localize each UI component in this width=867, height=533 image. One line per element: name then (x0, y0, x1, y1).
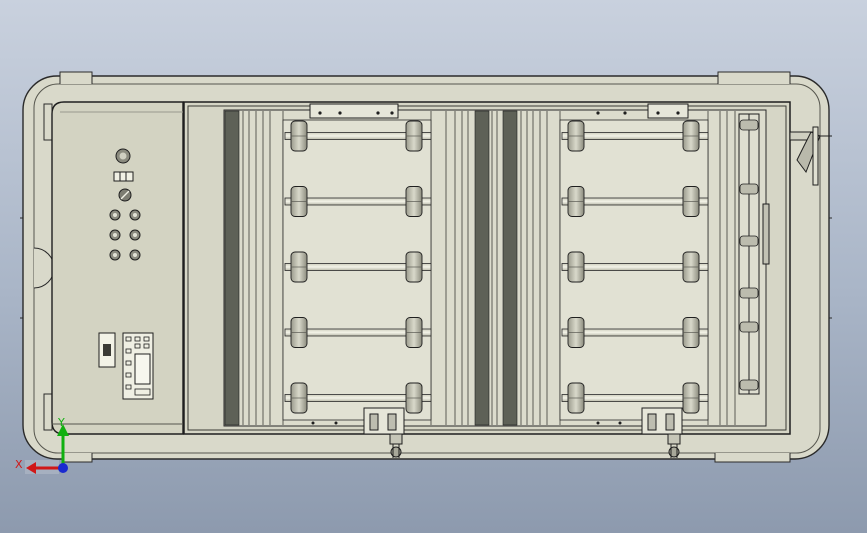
housing-bottom-tab-right (714, 453, 791, 463)
control-panel (51, 101, 184, 435)
housing-bottom-tab-left (61, 453, 93, 463)
sprocket (739, 379, 759, 391)
display-window (134, 353, 151, 385)
guide-rail (502, 110, 518, 426)
guide-rail (224, 110, 240, 426)
axis-origin-icon (58, 463, 68, 473)
sprocket (739, 119, 759, 131)
guide-rail (474, 110, 490, 426)
sprocket (739, 235, 759, 247)
sprocket (739, 183, 759, 195)
switch-icon (113, 171, 134, 182)
housing-top-tab-right (717, 71, 791, 84)
cad-viewport: Y X (15, 71, 832, 474)
y-axis-label: Y (57, 416, 65, 429)
top-bracket (647, 103, 689, 119)
x-axis-label: X (15, 458, 23, 471)
keypad-display (122, 332, 154, 400)
top-bracket (309, 103, 399, 119)
housing-top-tab-left (59, 71, 93, 84)
sprocket (739, 287, 759, 299)
sprocket (739, 321, 759, 333)
